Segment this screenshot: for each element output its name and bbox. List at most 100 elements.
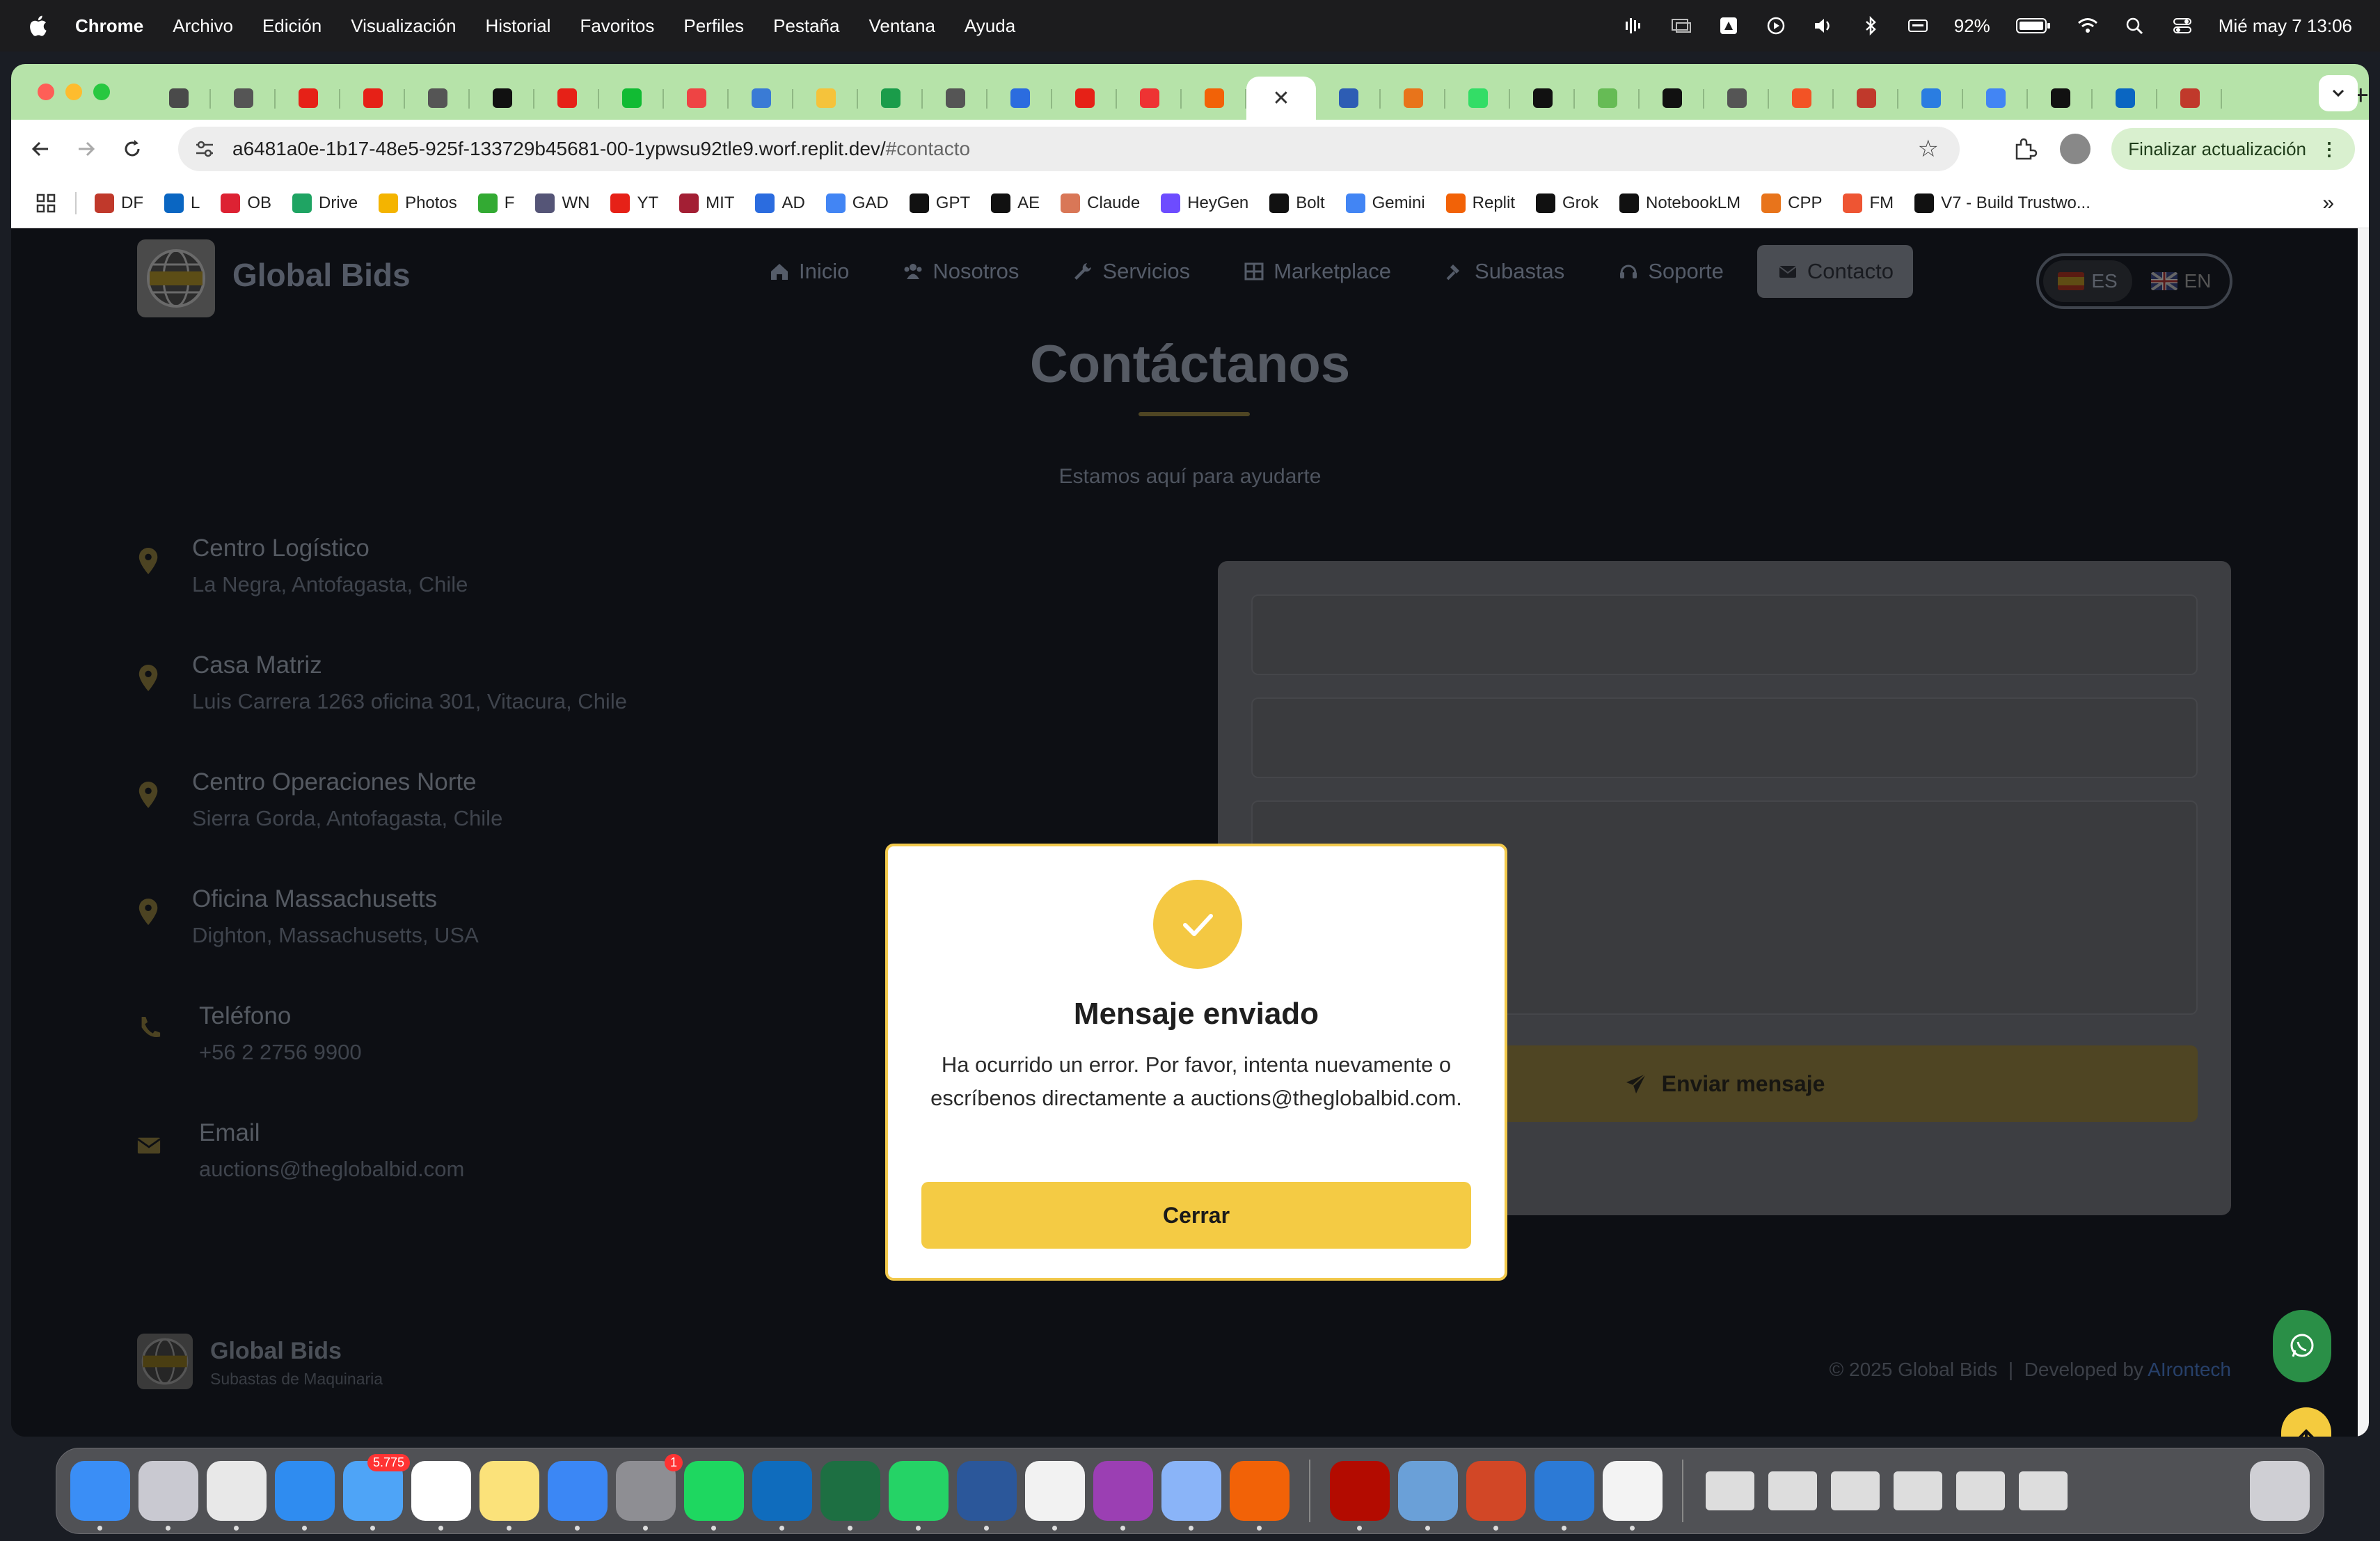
tab-27[interactable] bbox=[1898, 77, 1963, 120]
excel-icon[interactable] bbox=[820, 1461, 880, 1531]
bookmark-3[interactable]: Drive bbox=[292, 193, 358, 213]
menu-pestana[interactable]: Pestaña bbox=[773, 15, 839, 37]
clock[interactable]: Mié may 7 13:06 bbox=[2219, 15, 2352, 37]
calendar-icon[interactable] bbox=[411, 1461, 471, 1531]
tab-18[interactable] bbox=[1316, 77, 1381, 120]
tab-24[interactable] bbox=[1704, 77, 1769, 120]
apple-icon[interactable] bbox=[26, 13, 51, 38]
tab-3[interactable] bbox=[340, 77, 405, 120]
minimize-window-button[interactable] bbox=[65, 84, 82, 100]
tab-16[interactable] bbox=[1182, 77, 1246, 120]
tab-1[interactable] bbox=[211, 77, 276, 120]
bookmark-14[interactable]: HeyGen bbox=[1161, 193, 1248, 213]
apps-grid-icon[interactable] bbox=[35, 192, 57, 214]
menu-favoritos[interactable]: Favoritos bbox=[580, 15, 654, 37]
preview-icon[interactable] bbox=[1398, 1461, 1458, 1531]
bookmark-4[interactable]: Photos bbox=[379, 193, 457, 213]
tab-30[interactable] bbox=[2093, 77, 2157, 120]
control-center-icon[interactable] bbox=[2171, 16, 2193, 35]
bookmark-star-icon[interactable]: ☆ bbox=[1918, 135, 1939, 163]
tab-2[interactable] bbox=[276, 77, 340, 120]
powerpoint-icon[interactable] bbox=[1466, 1461, 1526, 1531]
tab-search-button[interactable] bbox=[2319, 75, 2358, 111]
tab-25[interactable] bbox=[1769, 77, 1834, 120]
creative-cloud-icon[interactable] bbox=[1717, 16, 1740, 35]
nav-marketplace[interactable]: Marketplace bbox=[1223, 245, 1411, 298]
tab-7[interactable] bbox=[599, 77, 664, 120]
zoom-window-button[interactable] bbox=[93, 84, 110, 100]
volume-icon[interactable] bbox=[1812, 16, 1834, 35]
outlook-icon[interactable] bbox=[752, 1461, 812, 1531]
tab-20[interactable] bbox=[1445, 77, 1510, 120]
system-settings-icon[interactable]: 1 bbox=[616, 1454, 683, 1531]
close-icon[interactable]: ✕ bbox=[1272, 86, 1290, 111]
lang-es-option[interactable]: ES bbox=[2043, 260, 2132, 302]
profile-avatar[interactable] bbox=[2060, 134, 2091, 164]
tab-31[interactable] bbox=[2157, 77, 2222, 120]
minimized-window-thumbnail[interactable] bbox=[1768, 1471, 1817, 1510]
finish-update-button[interactable]: Finalizar actualización ⋮ bbox=[2111, 128, 2355, 170]
bookmark-1[interactable]: L bbox=[164, 193, 200, 213]
tab-21[interactable] bbox=[1510, 77, 1575, 120]
email-input[interactable] bbox=[1251, 697, 2198, 778]
bookmark-22[interactable]: V7 - Build Trustwo... bbox=[1914, 193, 2091, 213]
tab-9[interactable] bbox=[729, 77, 793, 120]
tab-8[interactable] bbox=[664, 77, 729, 120]
bookmark-9[interactable]: AD bbox=[755, 193, 805, 213]
forward-button[interactable] bbox=[70, 132, 103, 166]
close-modal-button[interactable]: Cerrar bbox=[921, 1182, 1471, 1249]
bookmark-8[interactable]: MIT bbox=[679, 193, 734, 213]
nav-subastas[interactable]: Subastas bbox=[1425, 245, 1584, 298]
bookmark-21[interactable]: FM bbox=[1843, 193, 1894, 213]
bookmark-18[interactable]: Grok bbox=[1536, 193, 1598, 213]
notes-icon[interactable] bbox=[479, 1461, 539, 1531]
menu-perfiles[interactable]: Perfiles bbox=[683, 15, 744, 37]
menu-archivo[interactable]: Archivo bbox=[173, 15, 233, 37]
bookmark-11[interactable]: GPT bbox=[909, 193, 970, 213]
minimized-window-thumbnail[interactable] bbox=[1894, 1471, 1942, 1510]
menu-app-name[interactable]: Chrome bbox=[75, 15, 143, 37]
minimized-window-thumbnail[interactable] bbox=[1831, 1471, 1880, 1510]
tab-12[interactable] bbox=[923, 77, 987, 120]
bookmark-15[interactable]: Bolt bbox=[1269, 193, 1325, 213]
whatsapp-button[interactable] bbox=[2273, 1310, 2331, 1382]
keyboard-icon[interactable] bbox=[1907, 16, 1929, 35]
bookmark-10[interactable]: GAD bbox=[825, 193, 889, 213]
nav-nosotros[interactable]: Nosotros bbox=[882, 245, 1038, 298]
nav-contacto[interactable]: Contacto bbox=[1756, 245, 1913, 298]
scroll-to-top-button[interactable] bbox=[2281, 1407, 2331, 1437]
tab-0[interactable] bbox=[146, 77, 211, 120]
menu-ayuda[interactable]: Ayuda bbox=[965, 15, 1015, 37]
bookmark-16[interactable]: Gemini bbox=[1345, 193, 1425, 213]
tab-23[interactable] bbox=[1640, 77, 1704, 120]
bookmark-19[interactable]: NotebookLM bbox=[1619, 193, 1740, 213]
site-logo[interactable] bbox=[137, 239, 215, 317]
bookmark-2[interactable]: OB bbox=[221, 193, 271, 213]
tab-14[interactable] bbox=[1052, 77, 1117, 120]
close-window-button[interactable] bbox=[38, 84, 54, 100]
menu-visualizacion[interactable]: Visualización bbox=[351, 15, 456, 37]
bookmark-12[interactable]: AE bbox=[991, 193, 1040, 213]
nav-soporte[interactable]: Soporte bbox=[1598, 245, 1743, 298]
site-brand[interactable]: Global Bids bbox=[232, 256, 411, 294]
tab-22[interactable] bbox=[1575, 77, 1640, 120]
safari-icon[interactable] bbox=[275, 1461, 335, 1531]
name-input[interactable] bbox=[1251, 594, 2198, 675]
reload-button[interactable] bbox=[116, 132, 149, 166]
whatsapp-icon[interactable] bbox=[889, 1461, 949, 1531]
menu-ventana[interactable]: Ventana bbox=[868, 15, 935, 37]
tab-15[interactable] bbox=[1117, 77, 1182, 120]
bluetooth-icon[interactable] bbox=[1859, 16, 1882, 35]
tab-29[interactable] bbox=[2028, 77, 2093, 120]
extensions-icon[interactable] bbox=[2011, 135, 2039, 163]
chrome-icon[interactable] bbox=[207, 1461, 267, 1531]
nav-inicio[interactable]: Inicio bbox=[749, 245, 868, 298]
calendar-7-icon[interactable] bbox=[1025, 1461, 1085, 1531]
site-settings-icon[interactable] bbox=[192, 136, 217, 161]
bookmark-20[interactable]: CPP bbox=[1761, 193, 1822, 213]
tab-5[interactable] bbox=[470, 77, 534, 120]
word-icon[interactable] bbox=[957, 1461, 1017, 1531]
tab-active[interactable]: ✕ bbox=[1246, 77, 1316, 120]
lang-en-option[interactable]: EN bbox=[2136, 260, 2226, 302]
tab-19[interactable] bbox=[1381, 77, 1445, 120]
